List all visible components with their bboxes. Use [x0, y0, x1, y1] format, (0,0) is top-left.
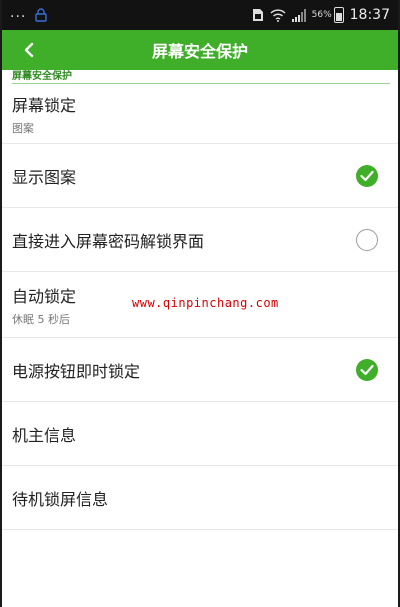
- status-bar-right: 56% 18:37: [252, 7, 390, 23]
- setting-label: 自动锁定: [12, 286, 77, 306]
- setting-direct-password-unlock[interactable]: 直接进入屏幕密码解锁界面: [2, 208, 398, 272]
- checkbox-checked[interactable]: [356, 358, 378, 381]
- setting-summary: 休眠 5 秒后: [12, 312, 70, 326]
- signal-icon: [291, 8, 306, 22]
- setting-label: 屏幕锁定: [12, 95, 77, 115]
- lock-icon: [35, 8, 48, 22]
- wifi-icon: [270, 8, 286, 22]
- battery-icon: [333, 7, 344, 23]
- status-bar: ... 56% 18:37: [2, 0, 398, 30]
- setting-label: 电源按钮即时锁定: [12, 361, 141, 381]
- checkmark-icon: [360, 364, 374, 375]
- checkbox-unchecked[interactable]: [356, 228, 378, 251]
- setting-label: 机主信息: [12, 425, 77, 445]
- title-bar: 屏幕安全保护: [2, 30, 398, 70]
- page-title: 屏幕安全保护: [151, 42, 248, 61]
- setting-label: 直接进入屏幕密码解锁界面: [12, 231, 205, 251]
- setting-screen-lock[interactable]: 屏幕锁定 图案: [2, 84, 398, 144]
- section-title: 屏幕安全保护: [12, 71, 72, 82]
- clock: 18:37: [349, 7, 390, 23]
- setting-summary: 图案: [12, 121, 34, 135]
- section-header: 屏幕安全保护: [2, 70, 398, 84]
- notification-dots: ...: [10, 5, 27, 21]
- watermark-text: www.qinpinchang.com: [132, 296, 279, 310]
- setting-show-pattern[interactable]: 显示图案: [2, 144, 398, 208]
- sim-icon: [252, 9, 263, 21]
- setting-lockscreen-message[interactable]: 待机锁屏信息: [2, 466, 398, 530]
- status-bar-left: ...: [10, 5, 48, 22]
- setting-label: 显示图案: [12, 167, 77, 187]
- setting-power-button-lock[interactable]: 电源按钮即时锁定: [2, 338, 398, 402]
- setting-label: 待机锁屏信息: [12, 489, 109, 509]
- setting-owner-info[interactable]: 机主信息: [2, 402, 398, 466]
- back-button[interactable]: [14, 30, 44, 70]
- chevron-left-icon: [24, 42, 34, 58]
- checkbox-checked[interactable]: [356, 164, 378, 187]
- battery-indicator: 56%: [312, 7, 344, 23]
- phone-screen: ... 56% 18:37 屏幕安全保护 屏幕安全保护 屏幕锁定 图案 显示图案…: [0, 0, 400, 607]
- checkmark-icon: [360, 170, 374, 181]
- battery-percent: 56%: [311, 10, 332, 20]
